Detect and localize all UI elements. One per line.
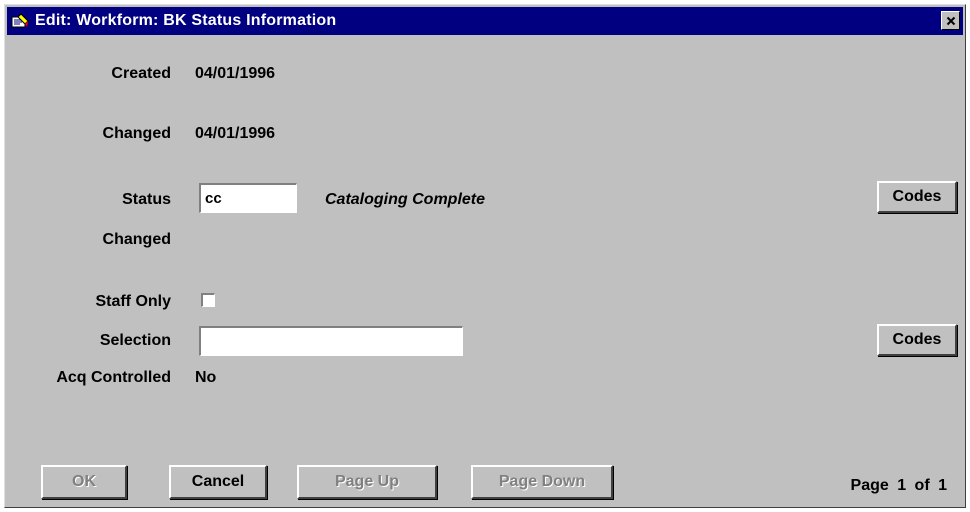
window-title: Edit: Workform: BK Status Information [35, 12, 337, 29]
staff-only-checkbox[interactable] [201, 293, 215, 307]
status-changed-label: Changed [102, 231, 171, 248]
cancel-button[interactable]: Cancel [169, 465, 267, 499]
changed-label: Changed [102, 125, 171, 142]
ok-button[interactable]: OK [41, 465, 127, 499]
status-label: Status [122, 191, 171, 208]
status-input[interactable] [199, 183, 297, 213]
created-value: 04/01/1996 [195, 65, 276, 82]
page-up-button[interactable]: Page Up [297, 465, 437, 499]
page-indicator: Page 1 of 1 [850, 477, 947, 494]
title-bar[interactable]: Edit: Workform: BK Status Information [7, 7, 963, 35]
workform-app-icon [11, 13, 29, 29]
selection-input[interactable] [199, 326, 463, 356]
acq-controlled-label: Acq Controlled [56, 369, 171, 386]
status-description: Cataloging Complete [325, 191, 486, 208]
selection-codes-button[interactable]: Codes [877, 324, 957, 356]
created-label: Created [111, 65, 171, 82]
selection-label: Selection [99, 332, 171, 349]
staff-only-label: Staff Only [95, 293, 171, 310]
status-codes-button[interactable]: Codes [877, 181, 957, 213]
workform-dialog: Edit: Workform: BK Status Information Cr… [4, 4, 966, 508]
changed-value: 04/01/1996 [195, 125, 276, 142]
close-button[interactable] [941, 11, 960, 30]
acq-controlled-value: No [195, 369, 217, 386]
page-down-button[interactable]: Page Down [471, 465, 613, 499]
close-icon [946, 16, 955, 25]
